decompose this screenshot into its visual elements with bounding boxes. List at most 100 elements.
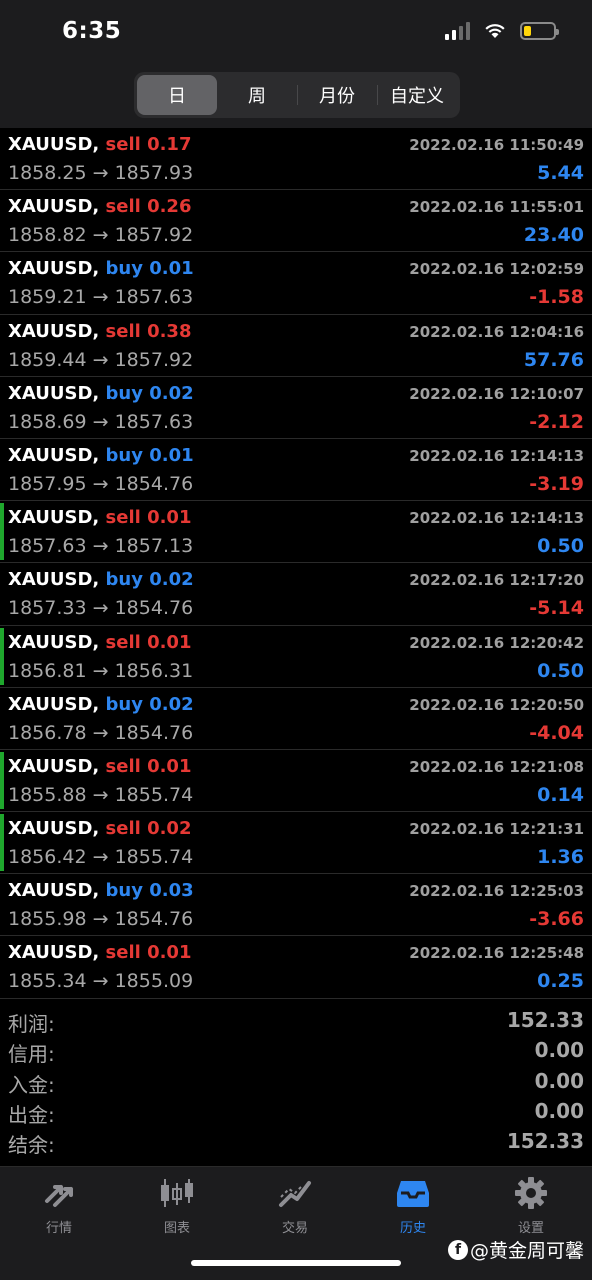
open-price: 1858.82	[8, 224, 87, 247]
candlestick-chart-icon	[161, 1179, 193, 1207]
trade-profit: -2.12	[529, 410, 584, 433]
tab-chart[interactable]: 图表	[118, 1175, 236, 1239]
trade-row[interactable]: XAUUSD, buy 0.02 1858.69 → 1857.63 2022.02…	[0, 377, 592, 439]
trade-row[interactable]: XAUUSD, sell 0.01 1855.34 → 1855.09 2022.0…	[0, 936, 592, 999]
trade-profit: -1.58	[529, 286, 584, 309]
close-price: 1855.09	[114, 970, 194, 993]
trade-side: buy	[105, 382, 143, 404]
segment-week[interactable]: 周	[217, 75, 297, 115]
open-price: 1855.98	[8, 908, 87, 931]
account-summary: 利润: 152.33 信用: 0.00 入金: 0.00 出金: 0.00 结余: 152.33	[0, 1006, 592, 1157]
trade-side: sell	[105, 507, 141, 529]
close-price: 1857.93	[114, 162, 194, 184]
arrow-right-icon: →	[92, 846, 109, 869]
trade-datetime: 2022.02.16 12:14:13	[409, 446, 584, 465]
arrow-right-icon: →	[92, 535, 109, 558]
trade-side: buy	[105, 444, 143, 466]
segment-month[interactable]: 月份	[297, 75, 377, 115]
trade-row[interactable]: XAUUSD, buy 0.02 1856.78 → 1854.76 2022.02…	[0, 688, 592, 750]
trade-title: XAUUSD, sell 0.01	[8, 942, 191, 963]
close-price: 1854.76	[114, 721, 194, 744]
open-price: 1856.42	[8, 846, 87, 869]
quotes-arrows-icon	[45, 1185, 73, 1207]
tab-history[interactable]: 历史	[354, 1175, 472, 1239]
open-price: 1855.34	[8, 970, 87, 993]
watermark-logo-icon: f	[447, 1239, 468, 1260]
gear-icon	[515, 1177, 547, 1209]
trade-title: XAUUSD, sell 0.26	[8, 196, 191, 217]
trade-side: sell	[105, 631, 141, 653]
home-indicator[interactable]	[191, 1260, 401, 1266]
summary-row: 出金: 0.00	[0, 1097, 592, 1127]
trade-datetime: 2022.02.16 12:21:08	[409, 757, 584, 776]
trade-profit: 23.40	[523, 224, 584, 247]
trade-side: sell	[105, 755, 141, 777]
trade-profit: 0.50	[537, 659, 584, 682]
arrow-right-icon: →	[92, 721, 109, 744]
trade-symbol: XAUUSD,	[8, 880, 100, 902]
trade-symbol: XAUUSD,	[8, 693, 100, 715]
arrow-right-icon: →	[92, 224, 109, 247]
trade-symbol: XAUUSD,	[8, 942, 100, 964]
trade-side: buy	[105, 258, 143, 280]
open-price: 1859.21	[8, 286, 87, 309]
tab-trade[interactable]: 交易	[236, 1175, 354, 1239]
trade-row[interactable]: XAUUSD, sell 0.01 1855.88 → 1855.74 2022.0…	[0, 750, 592, 813]
open-price: 1858.69	[8, 410, 87, 433]
trade-row[interactable]: XAUUSD, buy 0.02 1857.33 → 1854.76 2022.02…	[0, 563, 592, 626]
arrow-right-icon: →	[92, 597, 109, 620]
tab-label: 行情	[45, 1221, 72, 1236]
status-icons	[445, 22, 559, 40]
trade-title: XAUUSD, sell 0.17	[8, 134, 191, 155]
trade-profit: 57.76	[523, 348, 584, 371]
tab-quotes[interactable]: 行情	[0, 1175, 118, 1239]
close-price: 1854.76	[114, 472, 194, 495]
trade-prices: 1856.78 → 1854.76	[8, 722, 193, 744]
trade-row[interactable]: XAUUSD, sell 0.38 1859.44 → 1857.92 2022.0…	[0, 315, 592, 377]
trade-volume: 0.01	[147, 755, 192, 777]
arrow-right-icon: →	[92, 410, 109, 433]
trade-row[interactable]: XAUUSD, buy 0.01 1859.21 → 1857.63 2022.02…	[0, 252, 592, 315]
trade-row[interactable]: XAUUSD, sell 0.17 1858.25 → 1857.93 2022.0…	[0, 128, 592, 191]
watermark-text: @黄金周可馨	[469, 1240, 584, 1262]
trade-row[interactable]: XAUUSD, sell 0.01 1856.81 → 1856.31 2022.0…	[0, 626, 592, 688]
header: 6:35 日 周 月份 自定义	[0, 0, 592, 128]
summary-row: 信用: 0.00	[0, 1036, 592, 1066]
segment-custom[interactable]: 自定义	[377, 75, 457, 115]
summary-label: 出金:	[8, 1102, 55, 1127]
close-price: 1854.76	[114, 908, 194, 931]
trade-symbol: XAUUSD,	[8, 258, 100, 280]
trade-row[interactable]: XAUUSD, sell 0.01 1857.63 → 1857.13 2022.0…	[0, 501, 592, 564]
segment-day[interactable]: 日	[137, 75, 217, 115]
trade-volume: 0.17	[147, 134, 192, 155]
trade-row[interactable]: XAUUSD, sell 0.02 1856.42 → 1855.74 2022.0…	[0, 812, 592, 875]
trade-symbol: XAUUSD,	[8, 818, 100, 840]
trade-row[interactable]: XAUUSD, buy 0.03 1855.98 → 1854.76 2022.02…	[0, 874, 592, 937]
cellular-signal-icon	[445, 22, 470, 40]
open-price: 1857.63	[8, 535, 87, 558]
trade-datetime: 2022.02.16 12:20:50	[409, 695, 584, 714]
close-price: 1854.76	[114, 597, 194, 620]
trade-side: sell	[105, 942, 141, 964]
battery-icon	[520, 22, 559, 40]
summary-label: 信用:	[8, 1042, 55, 1067]
trade-row[interactable]: XAUUSD, buy 0.01 1857.95 → 1854.76 2022.02…	[0, 439, 592, 502]
trade-prices: 1855.98 → 1854.76	[8, 908, 193, 930]
trade-datetime: 2022.02.16 12:25:03	[409, 882, 584, 901]
trade-datetime: 2022.02.16 12:25:48	[409, 944, 584, 963]
arrow-right-icon: →	[92, 472, 109, 495]
open-price: 1857.33	[8, 597, 87, 620]
arrow-right-icon: →	[92, 348, 109, 371]
open-price: 1859.44	[8, 348, 87, 371]
tab-settings[interactable]: 设置	[472, 1175, 590, 1239]
trade-prices: 1855.88 → 1855.74	[8, 784, 193, 806]
trade-row[interactable]: XAUUSD, sell 0.26 1858.82 → 1857.92 2022.0…	[0, 190, 592, 253]
trade-title: XAUUSD, sell 0.01	[8, 507, 191, 528]
open-price: 1858.25	[8, 162, 87, 184]
trade-volume: 0.02	[149, 693, 194, 715]
summary-value: 0.00	[534, 1068, 584, 1093]
tab-label: 历史	[399, 1221, 426, 1236]
trade-datetime: 2022.02.16 12:04:16	[409, 322, 584, 341]
open-price: 1855.88	[8, 783, 87, 806]
trade-title: XAUUSD, buy 0.02	[8, 383, 194, 404]
